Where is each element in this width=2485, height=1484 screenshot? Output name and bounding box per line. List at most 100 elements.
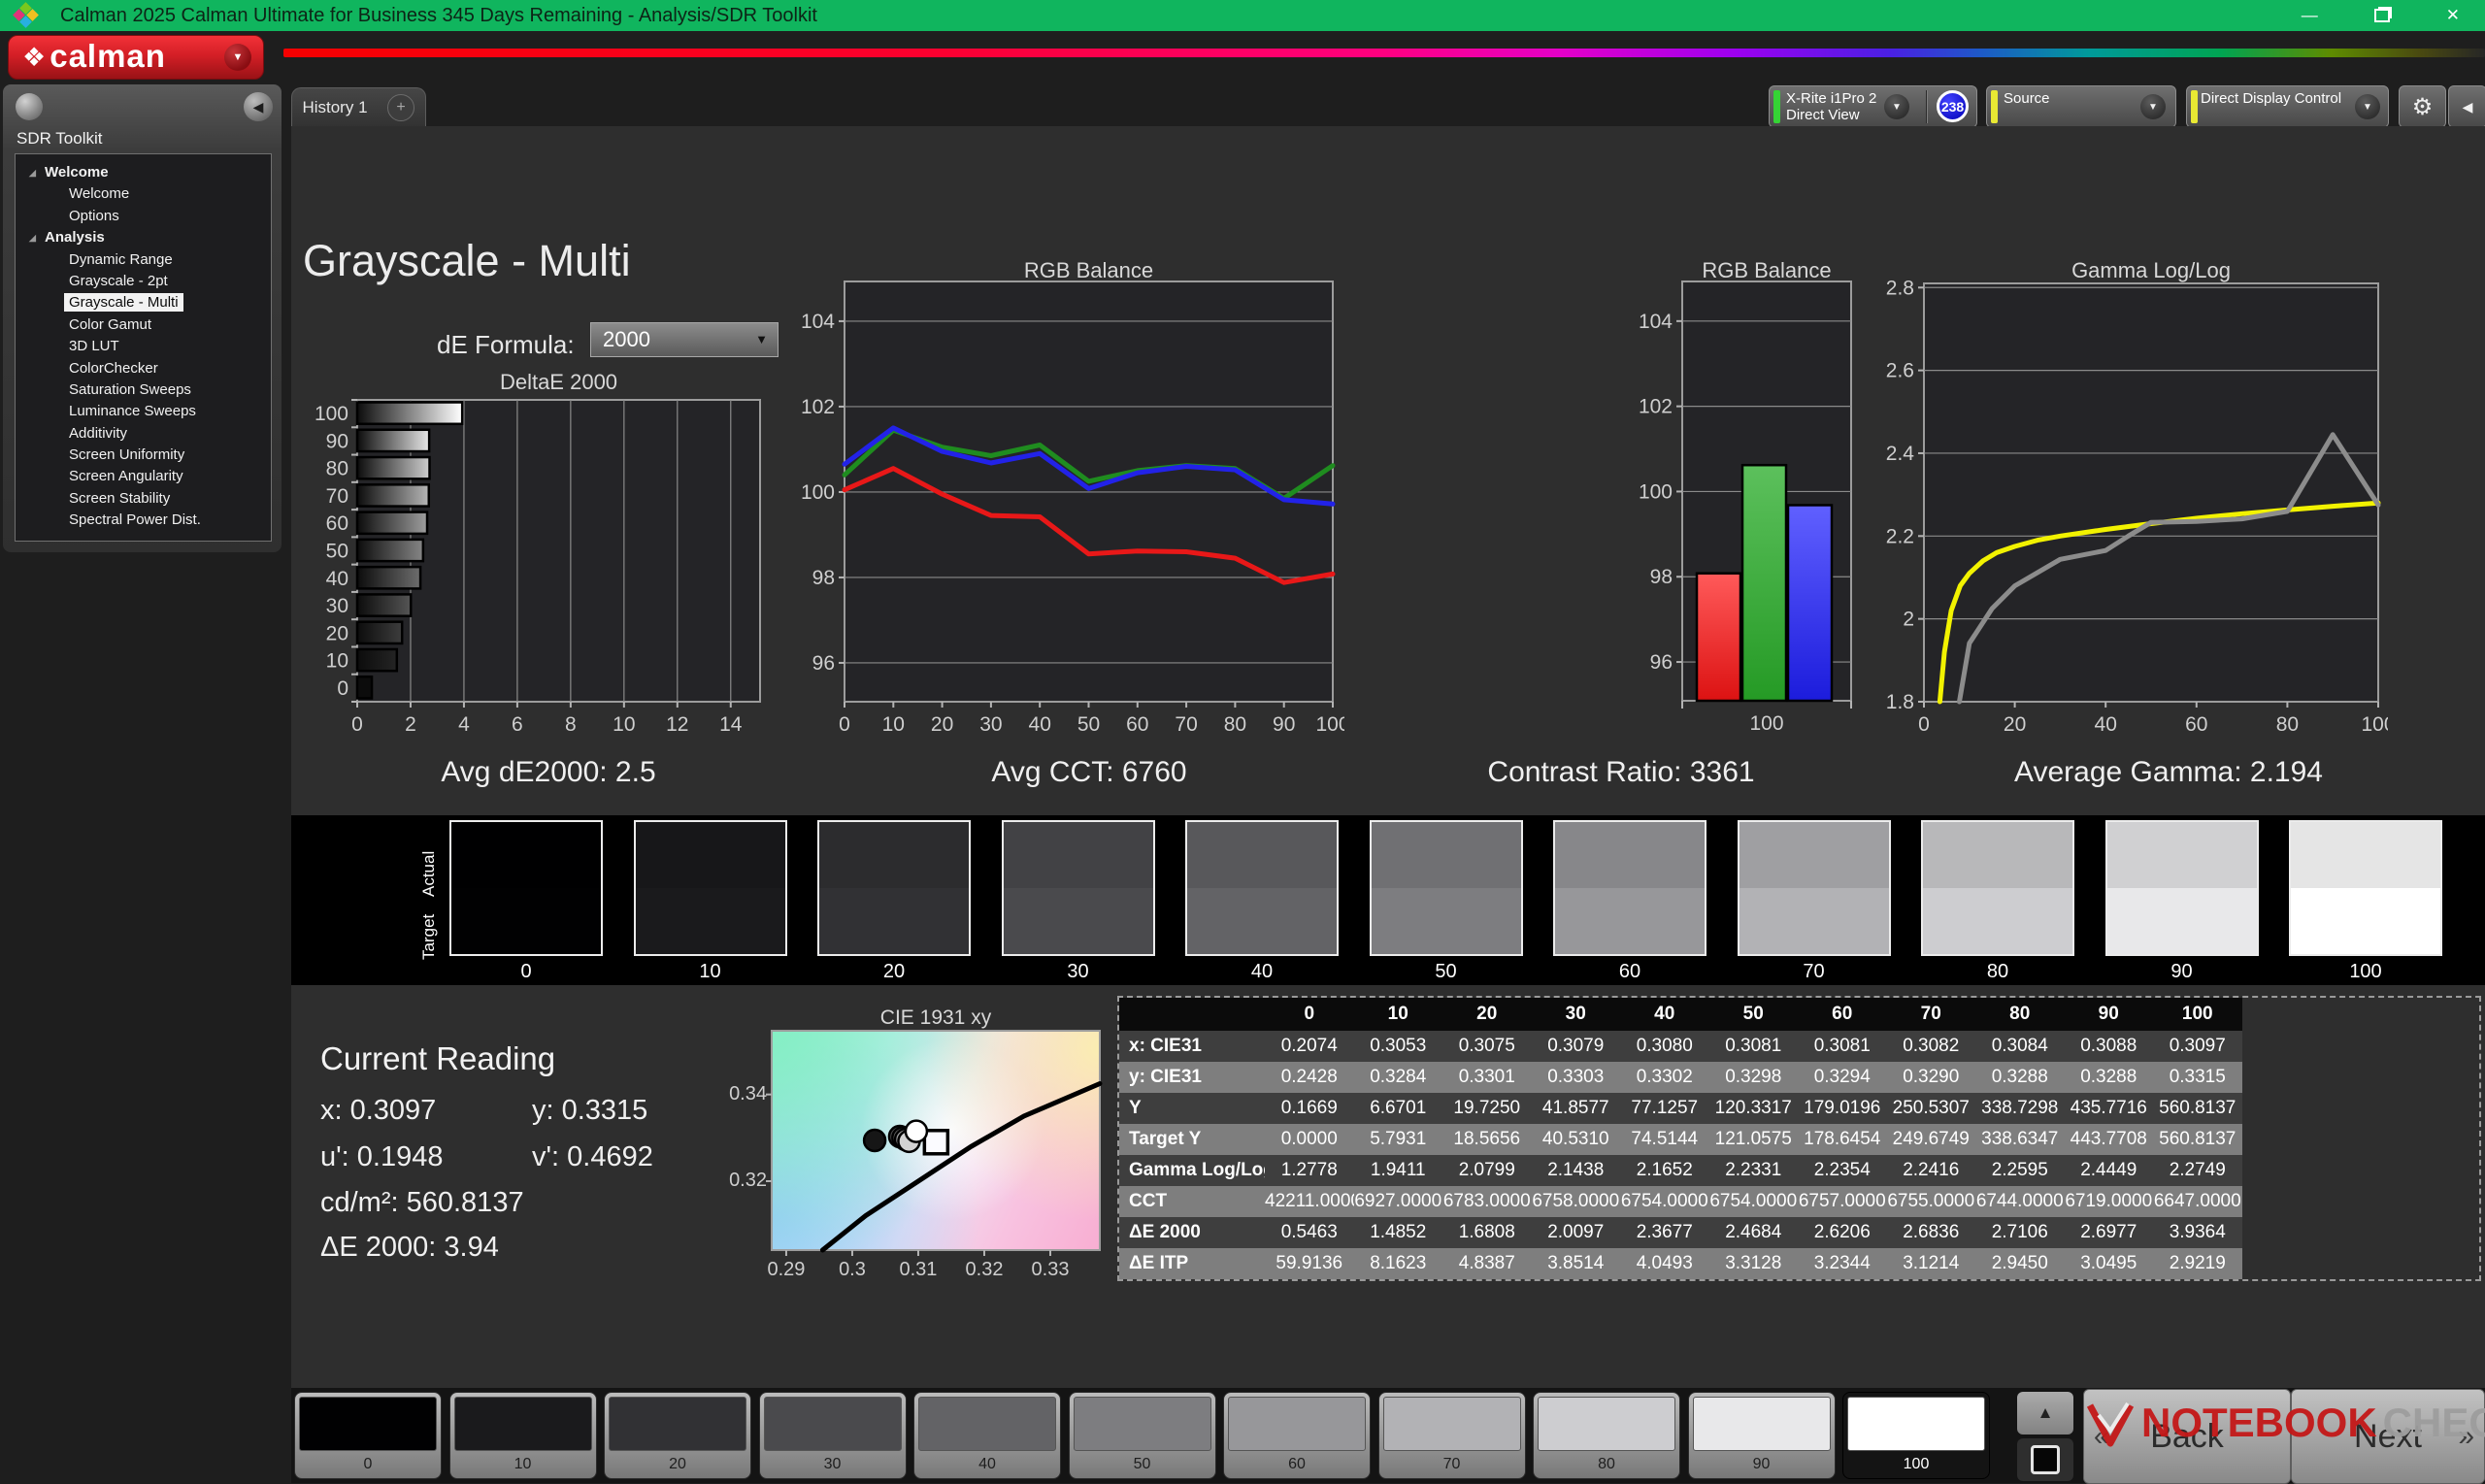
sidebar-item-spectral-power-dist-[interactable]: Spectral Power Dist. [16,510,271,531]
reading-de2000: ΔE 2000: 3.94 [320,1232,499,1263]
sidebar-item-additivity[interactable]: Additivity [16,423,271,445]
table-cell: 6744.0000 [1975,1186,2065,1217]
source-dropdown[interactable]: Source ▼ [1986,85,2176,128]
sidebar-item-saturation-sweeps[interactable]: Saturation Sweeps [16,379,271,401]
add-tab-button[interactable]: + [377,87,426,127]
sidebar-header: SDR Toolkit [17,129,103,148]
sidebar-item-analysis[interactable]: Analysis [16,227,271,249]
measurement-table: 0 10 20 30 40 50 60 70 80 90 100 x: CIE31 0.2074 0.30… [1117,996,2481,1281]
sidebar-item-grayscale-multi[interactable]: Grayscale - Multi [16,292,271,313]
sidebar-item-welcome[interactable]: Welcome [16,183,271,205]
pattern-button-70[interactable]: 70 [1377,1392,1526,1479]
display-control-dropdown[interactable]: Direct Display Control ▼ [2186,85,2389,128]
next-button[interactable]: Next » [2291,1389,2485,1484]
sidebar-options-button[interactable] [16,93,43,120]
de-formula-label: dE Formula: [437,330,575,359]
table-cell: 121.0575 [1708,1124,1798,1155]
settings-button[interactable]: ⚙ [2399,85,2446,128]
svg-text:70: 70 [1175,713,1197,733]
table-cell: 0.2074 [1265,1031,1354,1062]
sidebar-item-3d-lut[interactable]: 3D LUT [16,336,271,357]
stat-average-gamma: Average Gamma: 2.194 [2014,756,2323,788]
meter-caret-icon[interactable]: ▼ [1884,94,1909,119]
sidebar-item-welcome[interactable]: Welcome [16,162,271,184]
de-formula-select[interactable]: 2000 ▼ [590,322,779,357]
reading-v-prime: v': 0.4692 [532,1141,653,1172]
svg-text:0: 0 [337,677,348,700]
pattern-button-50[interactable]: 50 [1068,1392,1216,1479]
pattern-scroll-up-button[interactable]: ▲ [2017,1392,2073,1435]
pattern-button-10[interactable]: 10 [448,1392,597,1479]
meter-dropdown[interactable]: X-Rite i1Pro 2 Direct View ▼ 238 [1769,85,1977,128]
pattern-button-60[interactable]: 60 [1223,1392,1371,1479]
sidebar-item-options[interactable]: Options [16,206,271,227]
table-cell: 2.2354 [1798,1155,1887,1186]
pattern-button-90[interactable]: 90 [1687,1392,1836,1479]
table-cell: 560.8137 [2153,1124,2242,1155]
calman-dropdown-caret-icon[interactable]: ▼ [224,44,251,71]
panel-collapse-button[interactable]: ◀ [2448,85,2485,128]
table-cell: 2.7106 [1975,1217,2065,1248]
source-label: Source [2004,90,2050,107]
pattern-button-30[interactable]: 30 [758,1392,907,1479]
sidebar-item-dynamic-range[interactable]: Dynamic Range [16,249,271,271]
sidebar-item-grayscale-2pt[interactable]: Grayscale - 2pt [16,271,271,292]
close-button[interactable]: ✕ [2446,6,2460,25]
meter-count-badge: 238 [1937,90,1969,122]
grayscale-swatch-20 [817,820,971,956]
grayscale-swatch-10 [633,820,787,956]
pattern-window-button[interactable] [2017,1438,2073,1481]
table-cell: 0.3079 [1531,1031,1620,1062]
stat-contrast-ratio: Contrast Ratio: 3361 [1487,756,1755,788]
display-caret-icon[interactable]: ▼ [2355,94,2380,119]
pattern-button-40[interactable]: 40 [913,1392,1061,1479]
pattern-button-80[interactable]: 80 [1533,1392,1680,1479]
sidebar-item-screen-angularity[interactable]: Screen Angularity [16,466,271,487]
table-cell: 6719.0000 [2064,1186,2153,1217]
table-cell: 250.5307 [1886,1093,1975,1124]
svg-text:100: 100 [801,481,835,504]
pattern-label: 20 [669,1456,686,1472]
table-cell: 2.1652 [1620,1155,1709,1186]
table-cell: 2.6206 [1798,1217,1887,1248]
table-cell: 0.2428 [1265,1062,1354,1093]
sidebar-item-luminance-sweeps[interactable]: Luminance Sweeps [16,401,271,422]
gamma-log-log-chart: Gamma Log/Log 1.8 2 2.2 2.4 2.6 2.8 0 20 40 60 80 10… [1886,262,2388,733]
swatch-level-label: 70 [1803,961,1825,982]
table-cell: 0.3294 [1798,1062,1887,1093]
pattern-button-0[interactable]: 0 [294,1392,442,1479]
sidebar-item-screen-uniformity[interactable]: Screen Uniformity [16,445,271,466]
sidebar-item-colorchecker[interactable]: ColorChecker [16,358,271,379]
table-cell: 42211.0000 [1265,1186,1354,1217]
current-reading-title: Current Reading [320,1040,556,1076]
source-caret-icon[interactable]: ▼ [2140,94,2166,119]
grayscale-swatch-70 [1737,820,1891,956]
table-cell: 2.2416 [1886,1155,1975,1186]
pattern-button-100[interactable]: 100 [1842,1392,1990,1479]
table-cell: 2.2749 [2153,1155,2242,1186]
table-row-label: Target Y [1119,1124,1265,1155]
maximize-button[interactable] [2373,9,2390,22]
table-cell: 0.3303 [1531,1062,1620,1093]
tab-history-1[interactable]: History 1 [291,87,379,127]
pattern-label: 0 [363,1456,373,1472]
sidebar-item-color-gamut[interactable]: Color Gamut [16,314,271,336]
reading-x: x: 0.3097 [320,1095,437,1126]
sidebar-collapse-icon[interactable]: ◀ [244,92,273,121]
table-cell: 5.7931 [1353,1124,1442,1155]
pattern-button-20[interactable]: 20 [604,1392,751,1479]
back-button[interactable]: « Back [2083,1389,2291,1484]
svg-text:100: 100 [315,403,348,425]
table-cell: 0.3097 [2153,1031,2242,1062]
minimize-button[interactable]: — [2302,6,2318,25]
calman-menu-button[interactable]: ❖ calman ▼ [8,35,264,80]
stat-avg-cct: Avg CCT: 6760 [991,756,1187,788]
swatch-level-label: 100 [2349,961,2382,982]
pattern-swatch [453,1397,592,1451]
sidebar-item-screen-stability[interactable]: Screen Stability [16,488,271,510]
pattern-swatch [609,1397,746,1451]
meter-mode: Direct View [1786,107,1860,123]
svg-text:20: 20 [326,622,348,644]
svg-text:30: 30 [326,595,348,617]
table-row-label: ΔE 2000 [1119,1217,1265,1248]
